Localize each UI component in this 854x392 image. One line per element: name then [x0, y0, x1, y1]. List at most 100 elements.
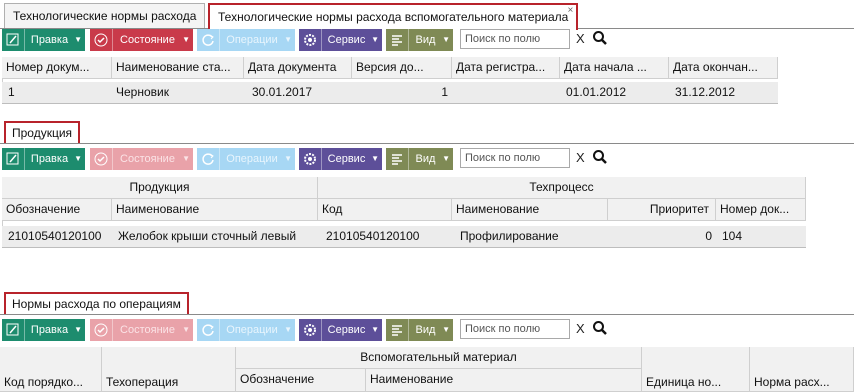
operations-button[interactable]: Операции ▼: [197, 319, 295, 341]
service-button[interactable]: Сервис ▼: [299, 148, 382, 170]
operations-button[interactable]: Операции ▼: [197, 29, 295, 51]
view-button[interactable]: Вид ▼: [386, 148, 453, 170]
col-header-operation[interactable]: Техоперация: [102, 347, 236, 392]
cell-designation: 21010540120100: [8, 229, 102, 243]
close-icon[interactable]: ×: [567, 0, 573, 23]
service-label: Сервис: [327, 153, 366, 165]
cell-end-date: 31.12.2012: [675, 85, 736, 99]
search-icon[interactable]: [592, 149, 608, 168]
cell-start-date: 01.01.2012: [566, 85, 627, 99]
operations-label: Операции: [226, 34, 278, 46]
col-header-order-code[interactable]: Код порядко...: [0, 347, 102, 392]
dropdown-arrow-icon: ▼: [284, 154, 292, 163]
search-input[interactable]: [460, 319, 570, 339]
view-label: Вид: [415, 324, 436, 336]
cell-priority: 0: [705, 229, 712, 243]
dropdown-arrow-icon: ▼: [371, 325, 379, 334]
cell-code: 21010540120100: [326, 229, 420, 243]
divider: [0, 314, 854, 315]
service-label: Сервис: [327, 34, 366, 46]
tab-tech-norms[interactable]: Технологические нормы расхода: [4, 3, 206, 28]
edit-button[interactable]: Правка ▼: [2, 319, 85, 341]
tab-bar: Технологические нормы расхода Технологич…: [0, 0, 854, 30]
list-icon: [386, 319, 409, 341]
operations-label: Операции: [226, 324, 278, 336]
operations-label: Операции: [226, 153, 278, 165]
dropdown-arrow-icon: ▼: [182, 35, 190, 44]
col-header-version[interactable]: Версия до...: [352, 57, 452, 79]
col-header-process-name[interactable]: Наименование: [452, 199, 608, 221]
status-button[interactable]: Состояние ▼: [90, 148, 193, 170]
view-label: Вид: [415, 153, 436, 165]
refresh-icon: [197, 148, 220, 170]
dropdown-arrow-icon: ▼: [442, 35, 450, 44]
group-header-products: Продукция: [2, 177, 318, 199]
edit-label: Правка: [30, 153, 69, 165]
status-button[interactable]: Состояние ▼: [90, 29, 193, 51]
dropdown-arrow-icon: ▼: [442, 325, 450, 334]
search-input[interactable]: [460, 148, 570, 168]
dropdown-arrow-icon: ▼: [284, 325, 292, 334]
view-button[interactable]: Вид ▼: [386, 29, 453, 51]
refresh-icon: [197, 319, 220, 341]
dropdown-arrow-icon: ▼: [284, 35, 292, 44]
list-icon: [386, 29, 409, 51]
tab-tech-norms-aux[interactable]: Технологические нормы расхода вспомогате…: [208, 0, 579, 30]
status-label: Состояние: [120, 324, 175, 336]
clear-search-button[interactable]: X: [576, 150, 585, 165]
group-header-techprocess: Техпроцесс: [318, 177, 806, 199]
col-header-unit[interactable]: Единица но...: [642, 347, 750, 392]
toolbar-products: Правка ▼ Состояние ▼ Операции ▼ Сервис ▼ Вид…: [0, 147, 854, 171]
status-button[interactable]: Состояние ▼: [90, 319, 193, 341]
gear-icon: [299, 29, 322, 51]
cell-doc-number: 1: [8, 85, 15, 99]
col-header-reg-date[interactable]: Дата регистра...: [452, 57, 560, 79]
col-header-code[interactable]: Код: [318, 199, 452, 221]
service-label: Сервис: [327, 324, 366, 336]
col-header-name[interactable]: Наименование: [366, 369, 642, 392]
group-header-aux-material: Вспомогательный материал: [236, 347, 642, 369]
col-header-end-date[interactable]: Дата окончан...: [669, 57, 778, 79]
edit-label: Правка: [30, 34, 69, 46]
gear-icon: [299, 148, 322, 170]
operations-button[interactable]: Операции ▼: [197, 148, 295, 170]
col-header-name[interactable]: Наименование: [112, 199, 318, 221]
col-header-doc-number[interactable]: Номер док...: [716, 199, 806, 221]
search-icon[interactable]: [592, 30, 608, 49]
pencil-icon: [2, 319, 25, 341]
tab-products[interactable]: Продукция: [4, 121, 81, 143]
pencil-icon: [2, 29, 25, 51]
check-icon: [90, 29, 113, 51]
col-header-status-name[interactable]: Наименование ста...: [112, 57, 244, 79]
cell-name: Желобок крыши сточный левый: [118, 229, 297, 243]
col-header-designation[interactable]: Обозначение: [2, 199, 112, 221]
list-icon: [386, 148, 409, 170]
tab-label: Технологические нормы расхода вспомогате…: [218, 10, 569, 24]
edit-button[interactable]: Правка ▼: [2, 29, 85, 51]
cell-version: 1: [441, 85, 448, 99]
col-header-doc-date[interactable]: Дата документа: [244, 57, 352, 79]
col-header-start-date[interactable]: Дата начала ...: [560, 57, 669, 79]
status-label: Состояние: [120, 34, 175, 46]
view-button[interactable]: Вид ▼: [386, 319, 453, 341]
view-label: Вид: [415, 34, 436, 46]
edit-button[interactable]: Правка ▼: [2, 148, 85, 170]
search-icon[interactable]: [592, 320, 608, 339]
tab-consumption-norms[interactable]: Нормы расхода по операциям: [4, 292, 189, 314]
service-button[interactable]: Сервис ▼: [299, 319, 382, 341]
divider: [0, 143, 854, 144]
service-button[interactable]: Сервис ▼: [299, 29, 382, 51]
dropdown-arrow-icon: ▼: [371, 154, 379, 163]
clear-search-button[interactable]: X: [576, 321, 585, 336]
search-input[interactable]: [460, 29, 570, 49]
col-header-priority[interactable]: Приоритет: [608, 199, 716, 221]
cell-process-name: Профилирование: [460, 229, 559, 243]
col-header-norm[interactable]: Норма расх...: [750, 347, 854, 392]
edit-label: Правка: [30, 324, 69, 336]
col-header-doc-number[interactable]: Номер докум...: [2, 57, 112, 79]
clear-search-button[interactable]: X: [576, 31, 585, 46]
col-header-designation[interactable]: Обозначение: [236, 369, 366, 392]
cell-status-name: Черновик: [116, 85, 169, 99]
dropdown-arrow-icon: ▼: [442, 154, 450, 163]
toolbar-norms: Правка ▼ Состояние ▼ Операции ▼ Сервис ▼ Вид…: [0, 318, 854, 342]
